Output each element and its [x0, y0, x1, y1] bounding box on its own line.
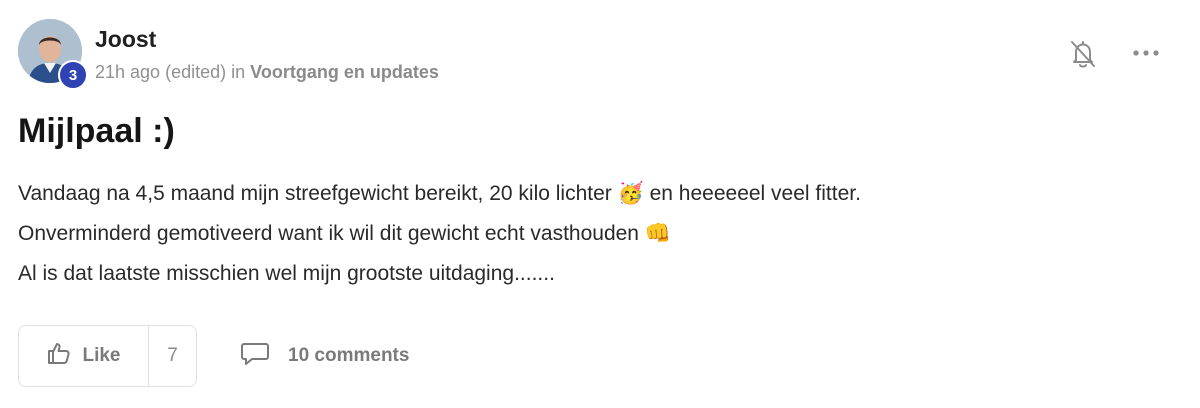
author-name[interactable]: Joost — [95, 26, 156, 53]
more-options-icon[interactable] — [1131, 41, 1161, 65]
body-text: Vandaag na 4,5 maand mijn streefgewicht … — [18, 182, 618, 205]
in-label: in — [231, 62, 246, 82]
body-line: Al is dat laatste misschien wel mijn gro… — [18, 254, 861, 294]
like-group: Like 7 — [18, 325, 197, 387]
thumbs-up-icon — [46, 341, 72, 371]
post-time[interactable]: 21h ago — [95, 62, 160, 82]
body-text: en heeeeeel veel fitter. — [643, 182, 861, 205]
fist-bump-emoji: 👊 — [644, 222, 671, 245]
body-line: Vandaag na 4,5 maand mijn streefgewicht … — [18, 174, 861, 214]
post-body: Vandaag na 4,5 maand mijn streefgewicht … — [18, 174, 861, 294]
comments-label: 10 comments — [288, 345, 410, 366]
author-avatar-container[interactable]: 3 — [18, 19, 88, 90]
like-label: Like — [82, 345, 121, 366]
party-face-emoji: 🥳 — [617, 182, 644, 205]
comment-icon — [240, 340, 270, 372]
post-title: Mijlpaal :) — [18, 112, 175, 150]
body-text: Al is dat laatste misschien wel mijn gro… — [18, 262, 555, 285]
bell-off-icon[interactable] — [1068, 38, 1098, 70]
post-meta: 21h ago (edited) in Voortgang en updates — [95, 62, 439, 83]
body-text: Onverminderd gemotiveerd want ik wil dit… — [18, 222, 645, 245]
body-line: Onverminderd gemotiveerd want ik wil dit… — [18, 214, 861, 254]
edited-label: (edited) — [165, 62, 227, 82]
like-count[interactable]: 7 — [149, 326, 196, 386]
category-link[interactable]: Voortgang en updates — [250, 62, 439, 82]
like-button[interactable]: Like — [19, 326, 149, 386]
level-badge: 3 — [58, 60, 88, 90]
comments-button[interactable]: 10 comments — [240, 340, 409, 372]
